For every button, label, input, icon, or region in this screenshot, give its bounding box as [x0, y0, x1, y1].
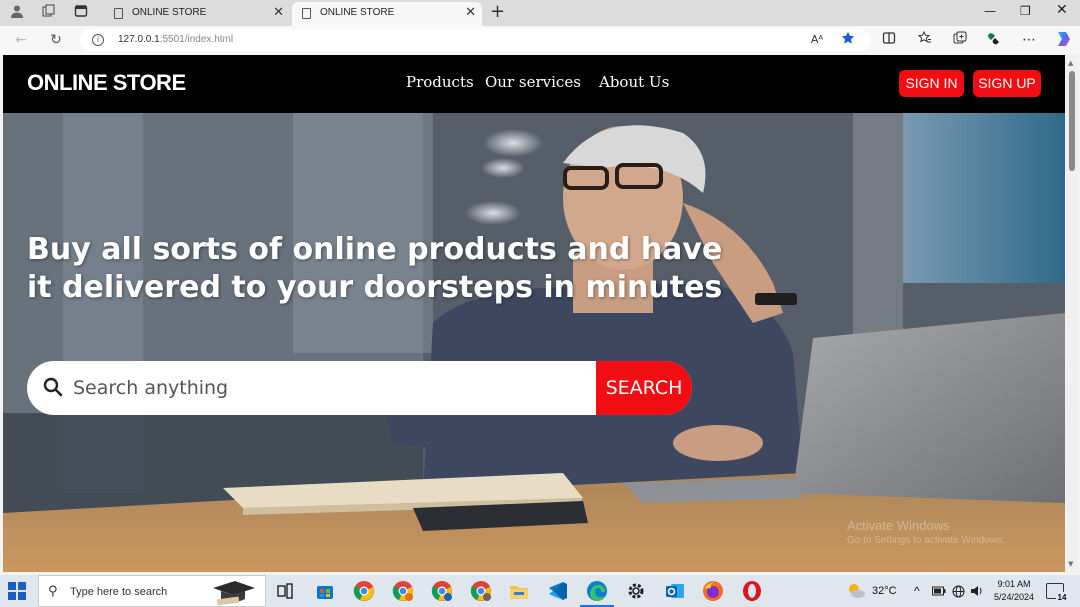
store-icon[interactable] [314, 580, 336, 602]
extensions-icon[interactable] [985, 31, 1003, 49]
activate-windows-watermark: Activate Windows Go to Settings to activ… [847, 518, 1005, 546]
search-input[interactable] [73, 361, 593, 415]
show-hidden-icons-icon[interactable]: ^ [914, 575, 920, 607]
weather-icon[interactable] [846, 575, 866, 607]
minimize-icon[interactable]: — [984, 4, 996, 18]
firefox-icon[interactable] [702, 580, 724, 602]
clock-date: 5/24/2024 [993, 592, 1035, 602]
site-logo[interactable]: ONLINE STORE [27, 70, 186, 96]
clock-time: 9:01 AM [997, 579, 1031, 589]
scrollbar-thumb[interactable] [1069, 71, 1075, 171]
new-tab-icon[interactable]: + [490, 2, 505, 22]
battery-icon[interactable] [932, 575, 946, 607]
copilot-icon[interactable] [1053, 29, 1075, 51]
scroll-down-icon[interactable]: ▼ [1068, 560, 1073, 568]
opera-icon[interactable] [741, 580, 763, 602]
taskbar-clock[interactable]: 9:01 AM 5/24/2024 [988, 578, 1040, 604]
windows-taskbar: ⚲ Type here to search 32°C ^ 9:01 AM 5/2… [0, 575, 1080, 607]
page-viewport: ONLINE STORE Products Our services About… [3, 55, 1065, 572]
sign-in-button[interactable]: SIGN IN [899, 70, 964, 97]
notification-count-badge: 14 [1056, 592, 1068, 604]
taskbar-search-box[interactable]: ⚲ Type here to search [38, 575, 266, 607]
maximize-icon[interactable]: ❐ [1020, 4, 1031, 18]
volume-icon[interactable] [970, 575, 984, 607]
tab-active[interactable]: ONLINE STORE ✕ [292, 2, 482, 26]
close-tab-icon[interactable]: ✕ [273, 2, 284, 24]
close-tab-icon[interactable]: ✕ [465, 2, 476, 24]
chrome-profile-icon[interactable] [470, 580, 492, 602]
back-icon[interactable]: ← [12, 31, 30, 49]
task-view-icon[interactable] [274, 580, 296, 602]
hero-section: Buy all sorts of online products and hav… [3, 113, 1065, 572]
read-aloud-icon[interactable]: Aᴬ [808, 31, 826, 49]
taskbar-search-placeholder: Type here to search [70, 586, 168, 598]
nav-link-services[interactable]: Our services [485, 73, 581, 91]
refresh-icon[interactable]: ↻ [47, 31, 65, 49]
tab-inactive[interactable]: ONLINE STORE ✕ [104, 2, 290, 26]
edge-icon[interactable] [580, 580, 614, 607]
profile-icon[interactable] [8, 4, 26, 22]
watermark-subtitle: Go to Settings to activate Windows. [847, 535, 1005, 546]
tab-title: ONLINE STORE [320, 7, 395, 18]
address-toolbar: ← ↻ i 127.0.0.1:5501/index.html Aᴬ ⋯ [0, 26, 1080, 54]
hero-headline: Buy all sorts of online products and hav… [27, 232, 723, 305]
chrome-profile-icon[interactable] [392, 580, 414, 602]
search-icon [43, 377, 63, 397]
taskbar-search-icon: ⚲ [48, 584, 58, 599]
info-icon[interactable]: i [92, 34, 104, 46]
more-icon[interactable]: ⋯ [1020, 31, 1038, 49]
outlook-icon[interactable] [664, 580, 686, 602]
tab-title: ONLINE STORE [132, 7, 207, 18]
url-path: :5501/index.html [159, 34, 234, 45]
collections-icon[interactable] [951, 31, 969, 49]
page-icon [114, 8, 123, 19]
page-scrollbar[interactable]: ▲ ▼ [1066, 55, 1078, 572]
vscode-icon[interactable] [547, 580, 569, 602]
nav-link-products[interactable]: Products [406, 73, 474, 91]
hero-background-image [3, 113, 1065, 572]
sign-up-button[interactable]: SIGN UP [973, 70, 1041, 97]
browser-tab-strip: ONLINE STORE ✕ ONLINE STORE ✕ + — ❐ ✕ [0, 0, 1080, 26]
nav-link-about[interactable]: About Us [599, 73, 669, 91]
favorite-star-icon[interactable] [839, 31, 857, 49]
workspaces-icon[interactable] [40, 4, 58, 22]
chrome-profile-icon[interactable] [431, 580, 453, 602]
hero-search-bar: SEARCH [27, 361, 692, 415]
page-icon [302, 8, 311, 19]
graduation-cap-icon [213, 581, 255, 606]
windows-start-icon[interactable] [8, 582, 26, 600]
tab-actions-icon[interactable] [72, 4, 90, 22]
chrome-icon[interactable] [353, 580, 375, 602]
address-bar[interactable]: i 127.0.0.1:5501/index.html [80, 29, 870, 51]
watermark-title: Activate Windows [847, 518, 950, 533]
scroll-up-icon[interactable]: ▲ [1068, 59, 1073, 67]
close-window-icon[interactable]: ✕ [1056, 2, 1068, 18]
favorites-icon[interactable] [916, 30, 934, 49]
settings-icon[interactable] [625, 580, 647, 602]
weather-temperature[interactable]: 32°C [872, 575, 897, 607]
file-explorer-icon[interactable] [508, 580, 530, 602]
search-button[interactable]: SEARCH [596, 361, 692, 415]
url-host: 127.0.0.1 [118, 34, 160, 45]
site-navbar: ONLINE STORE Products Our services About… [3, 55, 1065, 113]
split-screen-icon[interactable] [880, 31, 898, 49]
url-text[interactable]: 127.0.0.1:5501/index.html [118, 29, 233, 51]
network-icon[interactable] [952, 575, 965, 607]
